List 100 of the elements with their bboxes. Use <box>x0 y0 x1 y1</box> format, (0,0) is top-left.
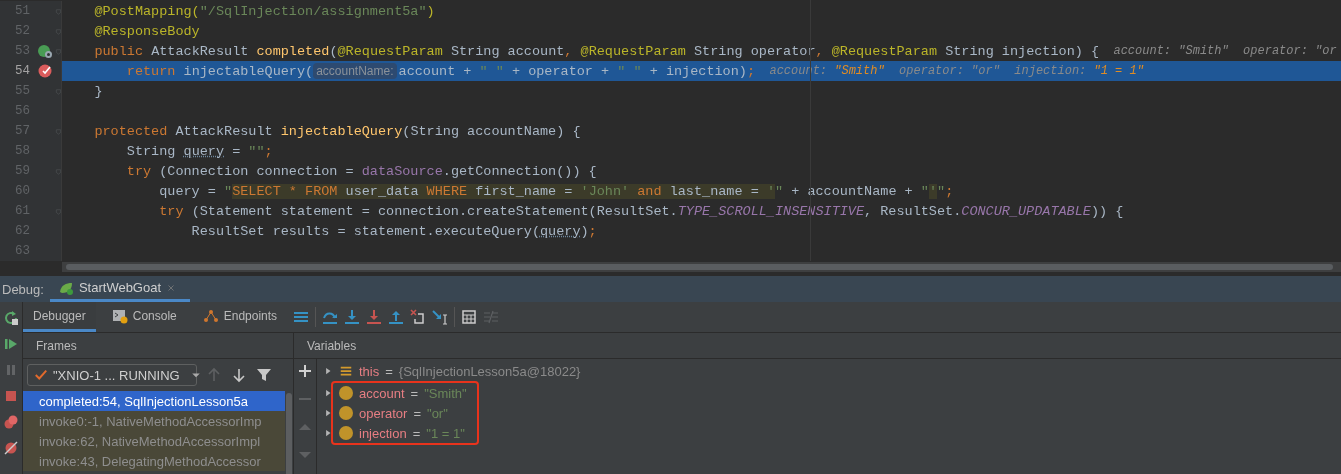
code-token: @PostMapping( <box>93 3 200 19</box>
panel-tab[interactable]: Endpoints <box>192 302 288 332</box>
horizontal-scrollbar[interactable] <box>62 262 1341 272</box>
code-token: account + <box>398 63 473 79</box>
code-token: public <box>93 43 144 59</box>
code-token: CONCUR_UPDATABLE <box>961 203 1091 219</box>
debug-label: Debug: <box>1 281 45 297</box>
up-arrow-icon[interactable] <box>206 367 222 383</box>
trace-icon <box>483 309 500 325</box>
code-token: @ResponseBody <box>93 23 200 39</box>
stack-frame[interactable]: invoke0:-1, NativeMethodAccessorImp <box>23 411 285 431</box>
variable-value: "Smith" <box>424 385 467 401</box>
overrides-icon[interactable] <box>37 43 53 59</box>
stop-icon[interactable] <box>3 388 19 404</box>
code-token: String <box>125 143 177 159</box>
variable-value: {SqlInjectionLesson5a@18022} <box>398 363 581 379</box>
thread-dropdown[interactable]: "XNIO-1 ... RUNNING <box>27 364 197 386</box>
code-token: } <box>93 83 103 99</box>
code-token: query = <box>158 183 217 199</box>
code-token: ; <box>945 183 954 199</box>
stack-frame[interactable]: invoke:62, NativeMethodAccessorImpl <box>23 431 285 451</box>
code-token: injectableQuery <box>280 123 403 139</box>
code-token: String account <box>449 43 565 59</box>
equals-sign: = <box>410 385 419 401</box>
parameter-hint: accountName: <box>313 63 397 79</box>
code-token: return <box>125 63 177 79</box>
stack-frame[interactable]: completed:54, SqlInjectionLesson5a <box>23 391 285 411</box>
code-token: "/SqlInjection/assignment5a" <box>199 3 427 19</box>
variable-value: "1 = 1" <box>426 425 465 441</box>
panel-tab[interactable]: Console <box>101 302 187 332</box>
variable-name: this <box>359 363 380 379</box>
code-token: SELECT * FROM <box>232 183 338 199</box>
code-token: .getConnection()) { <box>442 163 597 179</box>
code-token: TYPE_SCROLL_INSENSITIVE <box>677 203 865 219</box>
breakpoints-icon[interactable] <box>3 414 19 430</box>
code-token: )) { <box>1090 203 1124 219</box>
code-token: ' <box>766 183 775 199</box>
code-token: dataSource <box>361 163 443 179</box>
force-step-into-icon[interactable] <box>366 309 383 325</box>
menu-icon[interactable] <box>293 309 310 325</box>
expand-arrow-icon[interactable] <box>323 366 333 376</box>
resume-icon[interactable] <box>3 336 19 352</box>
code-token: query <box>183 143 225 159</box>
code-token: , <box>815 43 825 59</box>
stack-frame[interactable]: invoke:43, DelegatingMethodAccessor <box>23 451 285 471</box>
code-token: protected <box>93 123 169 139</box>
rerun-icon[interactable] <box>3 310 19 326</box>
code-token: 'John' <box>580 183 630 199</box>
filter-icon[interactable] <box>256 367 272 383</box>
variable-row[interactable]: operator = "or" <box>333 403 473 423</box>
run-to-cursor-icon[interactable] <box>432 309 449 325</box>
code-token: ' <box>928 183 938 199</box>
code-token: WHERE <box>426 183 468 199</box>
variable-value: "or" <box>427 405 448 421</box>
code-token: ; <box>588 223 597 239</box>
breakpoint-icon[interactable] <box>37 63 53 79</box>
code-token: ) <box>580 223 589 239</box>
code-token: "" <box>248 143 265 159</box>
console-icon <box>111 307 128 324</box>
line-number: 54 <box>14 64 30 78</box>
step-into-icon[interactable] <box>344 309 361 325</box>
step-out-icon[interactable] <box>388 309 405 325</box>
code-token: + accountName + <box>790 183 914 199</box>
code-token: , <box>564 43 574 59</box>
code-token: query <box>540 223 581 239</box>
code-token: completed <box>256 43 330 59</box>
mute-breakpoints-icon[interactable] <box>3 440 19 456</box>
vertical-scrollbar[interactable] <box>285 391 293 474</box>
variable-name: injection <box>359 425 407 441</box>
code-token: + injection) <box>648 63 747 79</box>
panel-header: Frames <box>23 333 293 359</box>
drop-frame-icon[interactable] <box>410 309 427 325</box>
check-icon <box>34 368 48 382</box>
code-token: ) <box>426 3 435 19</box>
variable-row[interactable]: this = {SqlInjectionLesson5a@18022} <box>323 361 587 381</box>
code-token: user_data <box>337 183 427 199</box>
close-icon[interactable] <box>166 282 177 293</box>
nodes-icon <box>202 307 219 324</box>
code-token: " <box>775 183 784 199</box>
panel-header: Variables <box>294 333 1341 359</box>
code-token: = <box>231 143 242 159</box>
code-token: ( <box>329 43 338 59</box>
equals-sign: = <box>385 363 393 379</box>
code-token: (String accountName) { <box>402 123 581 139</box>
code-token: String injection) { <box>944 43 1100 59</box>
variable-row[interactable]: injection = "1 = 1" <box>333 423 473 443</box>
variable-name: operator <box>359 405 408 421</box>
calculator-icon[interactable] <box>461 309 478 325</box>
equals-sign: = <box>412 425 421 441</box>
field-list-icon <box>339 364 353 378</box>
code-token: " " <box>479 63 504 79</box>
equals-sign: = <box>413 405 421 421</box>
inline-value-hint: account: "Smith" operator: "or <box>1112 44 1337 58</box>
variable-row[interactable]: account = "Smith" <box>333 383 473 403</box>
code-token: + operator + <box>510 63 611 79</box>
down-arrow-icon[interactable] <box>231 367 247 383</box>
add-icon[interactable] <box>297 363 313 379</box>
code-token: " <box>937 183 946 199</box>
code-token: " " <box>617 63 642 79</box>
code-token: ; <box>264 143 273 159</box>
